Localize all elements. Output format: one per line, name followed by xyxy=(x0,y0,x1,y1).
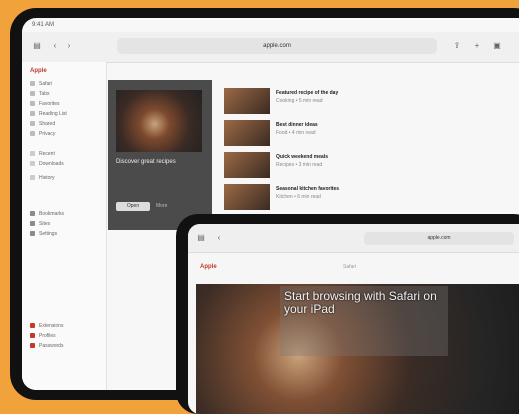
featured-more-link[interactable]: More xyxy=(156,202,167,211)
sidebar-item[interactable]: Safari xyxy=(30,80,52,88)
featured-open-button[interactable]: Open xyxy=(116,202,150,211)
browser-toolbar: ▤ ‹ › apple.com ⇪ + ▣ xyxy=(22,32,519,63)
article-subtitle: Recipes • 3 min read xyxy=(276,162,323,168)
sidebar-item-icon xyxy=(30,231,35,237)
status-time: 9:41 AM xyxy=(32,22,55,28)
sidebar-item[interactable]: Profiles xyxy=(30,332,56,340)
article-item[interactable]: Quick weekend meals Recipes • 3 min read xyxy=(224,152,474,178)
sidebar-item[interactable]: Bookmarks xyxy=(30,210,64,218)
article-title: Best dinner ideas xyxy=(276,122,318,128)
address-bar[interactable]: apple.com xyxy=(117,38,437,54)
sidebar-item-icon xyxy=(30,221,35,227)
sidebar-item-icon xyxy=(30,101,35,107)
sidebar-item-icon xyxy=(30,161,35,167)
sidebar-item[interactable]: Passwords xyxy=(30,342,63,350)
article-thumbnail xyxy=(224,184,270,210)
article-subtitle: Food • 4 min read xyxy=(276,130,316,136)
sidebar-item-icon xyxy=(30,175,35,181)
front-center-label: Safari xyxy=(343,264,357,270)
article-title: Quick weekend meals xyxy=(276,154,328,160)
featured-card[interactable]: Discover great recipes Open More xyxy=(108,80,212,230)
sidebar-title: Apple xyxy=(30,68,47,74)
sidebar-item-icon xyxy=(30,343,35,349)
article-thumbnail xyxy=(224,120,270,146)
sidebar-item[interactable]: Recent xyxy=(30,150,55,158)
article-title: Seasonal kitchen favorites xyxy=(276,186,340,192)
sidebar-item[interactable]: Extensions xyxy=(30,322,63,330)
tabs-icon[interactable]: ▣ xyxy=(492,41,502,51)
sidebar-item[interactable]: Favorites xyxy=(30,100,60,108)
sidebar-item-icon xyxy=(30,131,35,137)
sidebar-item-icon xyxy=(30,151,35,157)
featured-image xyxy=(116,90,202,152)
sidebar-item[interactable]: Shared xyxy=(30,120,55,128)
sidebar-item-icon xyxy=(30,323,35,329)
front-hero-text: Start browsing with Safari on your iPad xyxy=(284,289,437,316)
front-page-title: Apple xyxy=(200,264,217,270)
tablet-front-screen: ▤ ‹ apple.com Apple Safari Start browsin… xyxy=(188,224,519,414)
sidebar-item-icon xyxy=(30,333,35,339)
article-title: Featured recipe of the day xyxy=(276,90,339,96)
article-subtitle: Kitchen • 6 min read xyxy=(276,194,321,200)
sidebar: Apple Safari Tabs Favorites Reading List… xyxy=(22,62,107,390)
sidebar-item-icon xyxy=(30,121,35,127)
article-thumbnail xyxy=(224,152,270,178)
back-icon[interactable]: ‹ xyxy=(50,41,60,51)
sidebar-item-icon xyxy=(30,111,35,117)
article-thumbnail xyxy=(224,88,270,114)
article-item[interactable]: Best dinner ideas Food • 4 min read xyxy=(224,120,474,146)
url-text: apple.com xyxy=(263,43,291,49)
back-icon[interactable]: ‹ xyxy=(214,233,224,243)
sidebar-toggle-icon[interactable]: ▤ xyxy=(32,41,42,51)
sidebar-item-icon xyxy=(30,81,35,87)
sidebar-item[interactable]: Downloads xyxy=(30,160,64,168)
sidebar-item[interactable]: Settings xyxy=(30,230,57,238)
forward-icon[interactable]: › xyxy=(64,41,74,51)
article-item[interactable]: Featured recipe of the day Cooking • 5 m… xyxy=(224,88,474,114)
sidebar-item-icon xyxy=(30,91,35,97)
new-tab-icon[interactable]: + xyxy=(472,41,482,51)
sidebar-item-icon xyxy=(30,211,35,217)
sidebar-toggle-icon[interactable]: ▤ xyxy=(196,233,206,243)
front-address-bar[interactable]: apple.com xyxy=(364,232,514,245)
sidebar-item[interactable]: History xyxy=(30,174,55,182)
front-url-text: apple.com xyxy=(427,235,451,241)
sidebar-item[interactable]: Reading List xyxy=(30,110,67,118)
sidebar-item[interactable]: Tabs xyxy=(30,90,50,98)
front-browser-toolbar: ▤ ‹ apple.com xyxy=(188,224,519,253)
article-item[interactable]: Seasonal kitchen favorites Kitchen • 6 m… xyxy=(224,184,474,210)
featured-title: Discover great recipes xyxy=(116,159,176,165)
sidebar-item[interactable]: Privacy xyxy=(30,130,55,138)
article-subtitle: Cooking • 5 min read xyxy=(276,98,323,104)
sidebar-item[interactable]: Sites xyxy=(30,220,50,228)
share-icon[interactable]: ⇪ xyxy=(452,41,462,51)
